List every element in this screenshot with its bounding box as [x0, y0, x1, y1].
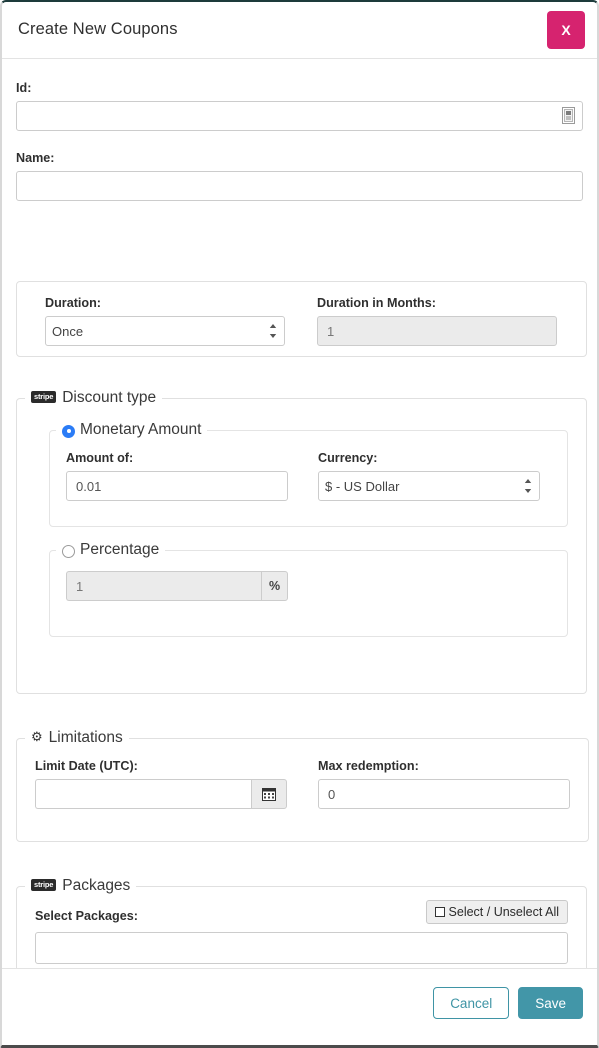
max-redemption-label: Max redemption: — [318, 759, 419, 773]
monetary-amount-radio[interactable] — [62, 424, 75, 438]
checkbox-icon — [434, 907, 445, 917]
save-button[interactable]: Save — [518, 987, 583, 1019]
document-generate-icon[interactable] — [562, 107, 575, 124]
select-unselect-all-label: Select / Unselect All — [448, 905, 559, 919]
monetary-amount-legend: Monetary Amount — [56, 421, 207, 439]
stripe-badge-icon: stripe — [31, 391, 57, 403]
select-packages-label: Select Packages: — [35, 909, 138, 923]
limitations-legend-text: Limitations — [48, 729, 123, 746]
monetary-amount-legend-text: Monetary Amount — [80, 421, 202, 438]
percentage-input-group: % — [66, 571, 288, 601]
select-unselect-all-button[interactable]: Select / Unselect All — [425, 900, 568, 924]
page-title: Create New Coupons — [18, 20, 178, 38]
duration-select[interactable]: Once — [45, 316, 285, 346]
percentage-legend-text: Percentage — [80, 541, 160, 558]
limit-date-label: Limit Date (UTC): — [35, 759, 138, 773]
monetary-amount-section: Monetary Amount Amount of: Currency: $ -… — [49, 421, 568, 527]
id-input[interactable] — [16, 101, 583, 131]
amount-label: Amount of: — [66, 451, 134, 465]
limit-date-field-group: Limit Date (UTC): — [35, 759, 287, 809]
calendar-icon[interactable] — [251, 779, 287, 809]
discount-type-legend-text: Discount type — [62, 389, 157, 406]
duration-field-group: Duration: Once — [45, 296, 285, 346]
id-label: Id: — [16, 81, 32, 95]
name-input[interactable] — [16, 171, 583, 201]
currency-field-group: Currency: $ - US Dollar — [318, 451, 540, 501]
duration-months-field-group: Duration in Months: — [317, 296, 557, 346]
modal-header: Create New Coupons X — [2, 2, 597, 59]
amount-input[interactable] — [66, 471, 288, 501]
create-coupon-modal: Create New Coupons X Id: Name: Duration:… — [0, 0, 599, 1048]
packages-input[interactable] — [35, 932, 568, 964]
percentage-input[interactable] — [66, 571, 261, 601]
duration-label: Duration: — [45, 296, 101, 310]
id-field-group: Id: — [16, 59, 583, 131]
gear-icon: ⚙ — [31, 729, 43, 744]
limitations-section: ⚙ Limitations Limit Date (UTC): Max rede… — [16, 729, 589, 842]
currency-select[interactable]: $ - US Dollar — [318, 471, 540, 501]
percentage-legend: Percentage — [56, 541, 165, 559]
limit-date-input[interactable] — [35, 779, 251, 809]
packages-legend: stripe Packages — [25, 877, 136, 895]
max-redemption-field-group: Max redemption: — [318, 759, 570, 809]
discount-type-section: stripe Discount type Monetary Amount Amo… — [16, 389, 587, 694]
stripe-badge-icon: stripe — [31, 879, 57, 891]
duration-months-input[interactable] — [317, 316, 557, 346]
max-redemption-input[interactable] — [318, 779, 570, 809]
limitations-legend: ⚙ Limitations — [25, 729, 129, 747]
footer-actions: Cancel Save — [433, 987, 583, 1019]
modal-body: Id: Name: Duration: Once Duration in Mon… — [2, 59, 597, 987]
duration-section: Duration: Once Duration in Months: 1 — [16, 281, 587, 357]
percentage-radio[interactable] — [62, 544, 75, 558]
packages-legend-text: Packages — [62, 877, 131, 894]
cancel-button[interactable]: Cancel — [433, 987, 510, 1019]
duration-months-label: Duration in Months: — [317, 296, 436, 310]
name-field-group: Name: — [16, 131, 583, 201]
close-button[interactable]: X — [547, 11, 585, 49]
percent-addon-icon: % — [261, 571, 288, 601]
modal-footer: Cancel Save — [2, 968, 597, 1045]
amount-field-group: Amount of: — [66, 451, 288, 501]
discount-type-legend: stripe Discount type — [25, 389, 162, 407]
percentage-section: Percentage % — [49, 541, 568, 637]
name-label: Name: — [16, 151, 55, 165]
currency-label: Currency: — [318, 451, 378, 465]
